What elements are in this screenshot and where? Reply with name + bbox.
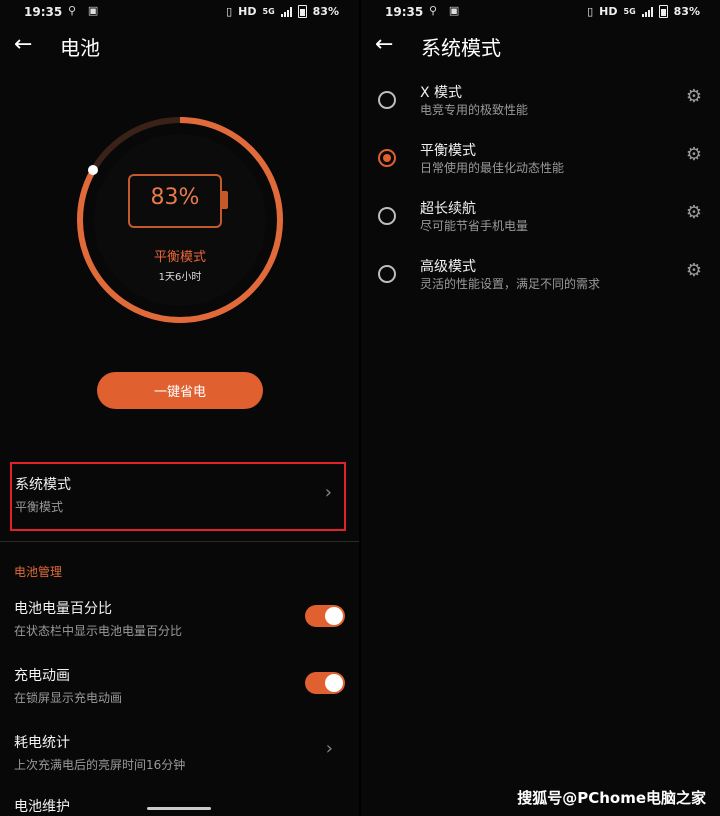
divider (0, 541, 359, 542)
status-time: 19:35 (385, 5, 424, 19)
page-title: 系统模式 (421, 36, 501, 60)
status-right: ▯ HD 5G 83% (226, 5, 339, 18)
gear-icon[interactable]: ⚙ (686, 86, 702, 107)
remaining-time: 1天6小时 (158, 272, 202, 283)
app-bar: ← 系统模式 (361, 30, 720, 62)
watermark: 搜狐号@PChome电脑之家 (517, 789, 706, 807)
gear-icon[interactable]: ⚙ (686, 202, 702, 223)
system-mode-value: 平衡模式 (15, 500, 64, 514)
setting-title: 电池维护 (14, 799, 70, 815)
setting-subtitle: 在状态栏中显示电池电量百分比 (14, 624, 183, 638)
setting-subtitle: 在锁屏显示充电动画 (14, 691, 123, 705)
battery-gauge: 83% 平衡模式 1天6小时 (73, 113, 287, 327)
option-subtitle: 电竞专用的极致性能 (420, 103, 529, 117)
setting-title: 耗电统计 (14, 735, 70, 751)
setting-title: 电池电量百分比 (14, 601, 112, 617)
back-arrow-icon[interactable]: ← (14, 32, 32, 57)
back-arrow-icon[interactable]: ← (375, 32, 393, 57)
status-bar: 19:35 ⚲ ▣ ▯ HD 5G 83% (0, 0, 359, 24)
option-title: X 模式 (420, 85, 463, 101)
app-bar: ← 电池 (0, 30, 359, 62)
current-mode-label: 平衡模式 (153, 250, 206, 265)
vibrate-icon: ▯ (587, 5, 594, 18)
gen-label: 5G (623, 7, 636, 16)
signal-icon (280, 6, 292, 17)
radio-button[interactable] (378, 265, 396, 283)
power-usage-setting[interactable]: 耗电统计 上次充满电后的亮屏时间16分钟 › (0, 730, 359, 780)
status-time: 19:35 (24, 5, 63, 19)
gear-icon[interactable]: ⚙ (686, 260, 702, 281)
net-label: HD (238, 5, 257, 18)
battery-percent-setting[interactable]: 电池电量百分比 在状态栏中显示电池电量百分比 (0, 596, 359, 646)
option-title: 平衡模式 (420, 143, 476, 159)
setting-subtitle: 上次充满电后的亮屏时间16分钟 (14, 758, 186, 772)
gen-label: 5G (262, 7, 275, 16)
system-mode-row[interactable]: 系统模式 平衡模式 › (10, 462, 346, 531)
status-battery-percent: 83% (312, 5, 339, 18)
signal-icon (641, 6, 653, 17)
mode-option-advanced[interactable]: 高级模式 灵活的性能设置，满足不同的需求 ⚙ (361, 254, 720, 304)
mode-option-x[interactable]: X 模式 电竞专用的极致性能 ⚙ (361, 80, 720, 130)
battery-percent-toggle[interactable] (305, 605, 345, 627)
option-title: 高级模式 (420, 259, 476, 275)
mode-option-balanced[interactable]: 平衡模式 日常使用的最佳化动态性能 ⚙ (361, 138, 720, 188)
gesture-nav-bar[interactable] (147, 807, 211, 810)
page-title: 电池 (60, 36, 100, 60)
system-mode-title: 系统模式 (15, 477, 71, 493)
status-battery-percent: 83% (673, 5, 700, 18)
radio-button[interactable] (378, 91, 396, 109)
option-subtitle: 日常使用的最佳化动态性能 (420, 161, 565, 175)
radio-button-selected[interactable] (378, 149, 396, 167)
option-title: 超长续航 (420, 201, 476, 217)
one-tap-save-button[interactable]: 一键省电 (97, 372, 263, 409)
setting-title: 充电动画 (14, 668, 70, 684)
status-right: ▯ HD 5G 83% (587, 5, 700, 18)
chevron-right-icon: › (324, 482, 332, 503)
battery-screen: 19:35 ⚲ ▣ ▯ HD 5G 83% ← 电池 83% 平衡模式 1天6小… (0, 0, 359, 816)
mode-option-endurance[interactable]: 超长续航 尽可能节省手机电量 ⚙ (361, 196, 720, 246)
charging-animation-toggle[interactable] (305, 672, 345, 694)
battery-maintenance-setting[interactable]: 电池维护 (0, 796, 359, 816)
notification-icons: ⚲ ▣ (68, 4, 103, 17)
battery-icon (658, 5, 668, 18)
section-title: 电池管理 (14, 565, 63, 579)
charging-animation-setting[interactable]: 充电动画 在锁屏显示充电动画 (0, 663, 359, 713)
battery-percent: 83% (150, 185, 200, 210)
gear-icon[interactable]: ⚙ (686, 144, 702, 165)
battery-icon (297, 5, 307, 18)
option-subtitle: 灵活的性能设置，满足不同的需求 (420, 277, 601, 291)
option-subtitle: 尽可能节省手机电量 (420, 219, 529, 233)
battery-tip (222, 191, 228, 209)
status-bar: 19:35 ⚲ ▣ ▯ HD 5G 83% (361, 0, 720, 24)
net-label: HD (599, 5, 618, 18)
system-mode-screen: 19:35 ⚲ ▣ ▯ HD 5G 83% ← 系统模式 X 模式 电竞专用的极… (361, 0, 720, 816)
vibrate-icon: ▯ (226, 5, 233, 18)
notification-icons: ⚲ ▣ (429, 4, 464, 17)
chevron-right-icon: › (325, 738, 333, 759)
radio-button[interactable] (378, 207, 396, 225)
